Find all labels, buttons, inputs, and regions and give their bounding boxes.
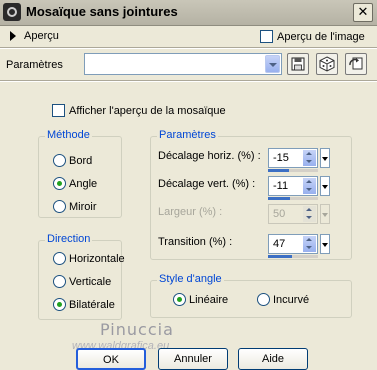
radio-selected-icon xyxy=(53,298,66,311)
expand-arrow-icon xyxy=(10,31,16,41)
save-icon xyxy=(291,57,305,71)
transition-value: 47 xyxy=(273,238,286,250)
h-offset-input[interactable]: -15 xyxy=(268,148,318,168)
chevron-down-icon[interactable] xyxy=(265,55,280,73)
transition-label: Transition (%) : xyxy=(158,236,233,248)
title-bar: Mosaïque sans jointures ✕ xyxy=(0,0,377,26)
width-label: Largeur (%) : xyxy=(158,206,223,218)
content-panel: Afficher l'aperçu de la mosaïque Méthode… xyxy=(28,90,359,337)
image-preview-label: Aperçu de l'image xyxy=(277,30,365,43)
close-button[interactable]: ✕ xyxy=(353,3,373,22)
radio-icon xyxy=(53,275,66,288)
corner-option-lineaire[interactable]: Linéaire xyxy=(173,293,228,306)
method-option-bord[interactable]: Bord xyxy=(53,154,92,167)
direction-option-verticale[interactable]: Verticale xyxy=(53,275,111,288)
width-input: 50 xyxy=(268,204,318,224)
window-title: Mosaïque sans jointures xyxy=(26,4,178,19)
corner-option-label: Linéaire xyxy=(189,293,229,306)
parameters-title: Paramètres xyxy=(157,129,218,141)
separator xyxy=(0,47,377,49)
method-option-angle[interactable]: Angle xyxy=(53,177,97,190)
reset-icon xyxy=(349,57,363,70)
direction-option-label: Bilatérale xyxy=(69,298,115,311)
dice-icon xyxy=(319,56,335,72)
parameters-group: Paramètres Décalage horiz. (%) : -15 Déc… xyxy=(150,129,352,260)
h-offset-label: Décalage horiz. (%) : xyxy=(158,150,261,162)
radio-icon xyxy=(257,293,270,306)
image-preview-checkbox[interactable]: Aperçu de l'image xyxy=(260,30,365,43)
radio-icon xyxy=(53,200,66,213)
method-group: Méthode Bord Angle Miroir xyxy=(38,129,122,218)
radio-icon xyxy=(53,252,66,265)
watermark-name: Pinuccia xyxy=(100,320,174,339)
h-offset-slider[interactable] xyxy=(268,169,318,172)
v-offset-input[interactable]: -11 xyxy=(268,176,318,196)
v-offset-value: -11 xyxy=(273,180,289,192)
direction-option-horizontale[interactable]: Horizontale xyxy=(53,252,125,265)
direction-option-label: Verticale xyxy=(69,275,112,288)
v-offset-label: Décalage vert. (%) : xyxy=(158,178,256,190)
checkbox-icon xyxy=(52,104,65,117)
method-option-label: Angle xyxy=(69,177,98,190)
v-offset-slider[interactable] xyxy=(268,197,318,200)
v-offset-slider-button[interactable] xyxy=(320,176,330,196)
radio-selected-icon xyxy=(53,177,66,190)
transition-slider-fill xyxy=(268,255,292,258)
preview-toggle[interactable]: Aperçu xyxy=(10,30,59,42)
direction-title: Direction xyxy=(45,233,93,245)
preview-toggle-label: Aperçu xyxy=(24,30,59,42)
randomize-button[interactable] xyxy=(316,53,338,75)
direction-option-label: Horizontale xyxy=(69,252,125,265)
corner-option-label: Incurvé xyxy=(273,293,310,306)
direction-option-bilaterale[interactable]: Bilatérale xyxy=(53,298,115,311)
width-slider-button xyxy=(320,204,330,224)
transition-input[interactable]: 47 xyxy=(268,234,318,254)
spinner-arrows-icon[interactable] xyxy=(303,236,316,252)
presets-label: Paramètres xyxy=(6,59,63,71)
direction-group: Direction Horizontale Verticale Bilatéra… xyxy=(38,233,125,320)
h-offset-slider-fill xyxy=(268,169,289,172)
mosaic-preview-checkbox[interactable]: Afficher l'aperçu de la mosaïque xyxy=(52,104,226,117)
h-offset-value: -15 xyxy=(273,152,289,164)
presets-dropdown[interactable] xyxy=(84,53,282,75)
width-value: 50 xyxy=(273,208,286,220)
checkbox-icon xyxy=(260,30,273,43)
v-offset-slider-fill xyxy=(268,197,290,200)
method-option-miroir[interactable]: Miroir xyxy=(53,200,97,213)
save-preset-button[interactable] xyxy=(287,53,309,75)
corner-style-group: Style d'angle Linéaire Incurvé xyxy=(150,273,352,318)
h-offset-slider-button[interactable] xyxy=(320,148,330,168)
transition-slider[interactable] xyxy=(268,255,318,258)
corner-style-title: Style d'angle xyxy=(157,273,224,285)
corner-option-incurve[interactable]: Incurvé xyxy=(257,293,309,306)
spinner-arrows-icon[interactable] xyxy=(303,178,316,194)
radio-selected-icon xyxy=(173,293,186,306)
transition-slider-button[interactable] xyxy=(320,234,330,254)
method-option-label: Miroir xyxy=(69,200,97,213)
spinner-arrows-icon[interactable] xyxy=(303,150,316,166)
separator xyxy=(0,80,377,82)
radio-icon xyxy=(53,154,66,167)
method-option-label: Bord xyxy=(69,154,93,167)
app-icon xyxy=(3,3,21,21)
mosaic-preview-label: Afficher l'aperçu de la mosaïque xyxy=(69,104,226,117)
method-title: Méthode xyxy=(45,129,92,141)
reset-button[interactable] xyxy=(345,53,367,75)
spinner-arrows-icon xyxy=(303,206,316,222)
